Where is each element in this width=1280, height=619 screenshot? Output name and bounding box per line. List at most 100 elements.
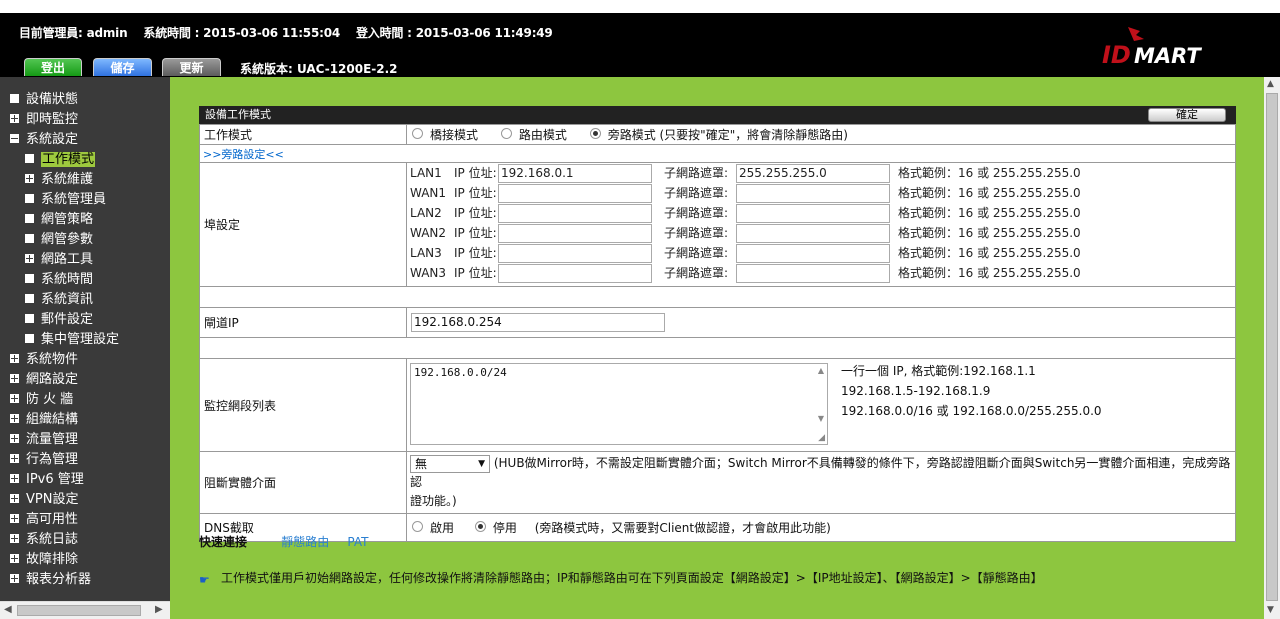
sidebar-item[interactable]: 即時監控: [10, 110, 78, 130]
port-mask-input[interactable]: 255.255.255.0: [736, 164, 890, 183]
port-format-hint: 格式範例：16 或 255.255.255.0: [898, 266, 1081, 280]
sidebar-item[interactable]: 工作模式: [25, 150, 96, 170]
save-button[interactable]: 儲存: [93, 58, 152, 76]
sidebar-item[interactable]: 集中管理設定: [25, 330, 119, 350]
port-ip-label: IP 位址:: [454, 226, 497, 240]
scroll-right-arrow-icon[interactable]: ▶: [155, 604, 163, 615]
port-ip-input[interactable]: [498, 204, 652, 223]
bypass-link-text[interactable]: >>旁路設定<<: [203, 148, 284, 161]
work-mode-options: 橋接模式 路由模式 旁路模式 (只要按"確定"，將會清除靜態路由): [406, 124, 1236, 145]
port-format-hint: 格式範例：16 或 255.255.255.0: [898, 206, 1081, 220]
sidebar-item-label: 系統管理員: [41, 192, 107, 207]
port-mask-input[interactable]: [736, 264, 890, 283]
sidebar-item[interactable]: 行為管理: [10, 450, 78, 470]
scroll-up-arrow-icon[interactable]: ▲: [1267, 79, 1274, 89]
expand-icon: [10, 574, 19, 583]
sidebar-item[interactable]: 網管策略: [25, 210, 93, 230]
confirm-button[interactable]: 確定: [1148, 108, 1226, 122]
expand-icon: [25, 254, 34, 263]
gateway-input[interactable]: 192.168.0.254: [411, 313, 665, 332]
sidebar-item[interactable]: 系統時間: [25, 270, 93, 290]
radio-route[interactable]: [500, 128, 512, 139]
port-mask-input[interactable]: [736, 224, 890, 243]
sidebar-item[interactable]: 高可用性: [10, 510, 78, 530]
update-button[interactable]: 更新: [162, 58, 221, 76]
svg-text:MART: MART: [1134, 44, 1202, 67]
port-mask-input[interactable]: [736, 244, 890, 263]
sidebar-item[interactable]: 系統維護: [25, 170, 93, 190]
sidebar-item[interactable]: 網管參數: [25, 230, 93, 250]
sidebar-item[interactable]: 設備狀態: [10, 90, 78, 110]
bullet-icon: [25, 194, 34, 203]
page-vertical-scrollbar[interactable]: ▲ ▼: [1264, 77, 1280, 619]
quick-link-static-route[interactable]: 靜態路由: [281, 535, 329, 549]
sidebar-item[interactable]: 系統日誌: [10, 530, 78, 550]
header-info: 目前管理員: admin 系統時間 : 2015-03-06 11:55:04 …: [19, 24, 565, 41]
textarea-resize-icon[interactable]: ◢: [818, 433, 825, 443]
block-interface-select[interactable]: 無: [410, 454, 490, 473]
sidebar-item[interactable]: 流量管理: [10, 430, 78, 450]
sidebar-item-label: 網路設定: [26, 372, 79, 387]
sidebar-item[interactable]: 報表分析器: [10, 570, 91, 590]
port-ip-input[interactable]: 192.168.0.1: [498, 164, 652, 183]
vertical-scroll-thumb[interactable]: [1266, 93, 1278, 601]
port-row: WAN3 IP 位址: 子網路遮罩: 格式範例：16 或 255.255.255.0: [410, 263, 1235, 283]
expand-icon: [10, 414, 19, 423]
port-mask-label: 子網路遮罩:: [664, 246, 729, 260]
sidebar-item[interactable]: 郵件設定: [25, 310, 93, 330]
port-name: WAN2: [410, 226, 447, 240]
monitor-row: 監控網段列表 192.168.0.0/24 ▲ ▼ ◢ 一行一個 IP, 格式範…: [199, 358, 1236, 452]
port-ip-input[interactable]: [498, 244, 652, 263]
bullet-icon: [25, 274, 34, 283]
scroll-left-arrow-icon[interactable]: ◀: [4, 604, 12, 615]
radio-bridge[interactable]: [412, 128, 423, 139]
port-row: LAN2 IP 位址: 子網路遮罩: 格式範例：16 或 255.255.255.0: [410, 203, 1235, 223]
quick-link-pat[interactable]: PAT: [347, 535, 368, 549]
sidebar-item-label: 網管策略: [41, 212, 94, 227]
firmware-version: 系統版本: UAC-1200E-2.2: [240, 62, 398, 76]
monitor-label: 監控網段列表: [199, 358, 407, 452]
svg-text:ID: ID: [1102, 41, 1131, 67]
monitor-textarea[interactable]: 192.168.0.0/24 ▲ ▼ ◢: [410, 363, 828, 445]
sidebar-item[interactable]: 系統物件: [10, 350, 78, 370]
sidebar-item-label: 流量管理: [26, 432, 79, 447]
sidebar-item[interactable]: 組織結構: [10, 410, 78, 430]
sidebar-item-label: 設備狀態: [26, 92, 79, 107]
monitor-cell: 192.168.0.0/24 ▲ ▼ ◢ 一行一個 IP, 格式範例:192.1…: [406, 358, 1236, 452]
port-ip-input[interactable]: [498, 224, 652, 243]
textarea-scroll-down-icon[interactable]: ▼: [818, 414, 824, 423]
port-ip-input[interactable]: [498, 184, 652, 203]
port-mask-input[interactable]: [736, 204, 890, 223]
sidebar-item-label: 報表分析器: [26, 572, 92, 587]
radio-dns-enable[interactable]: [412, 521, 423, 532]
sidebar-item-label: 故障排除: [26, 552, 79, 567]
radio-dns-disable[interactable]: [474, 521, 486, 532]
sidebar-item[interactable]: IPv6 管理: [10, 470, 84, 490]
sidebar-item[interactable]: VPN設定: [10, 490, 78, 510]
radio-bypass[interactable]: [589, 128, 601, 139]
sidebar-item-label: 網路工具: [41, 252, 94, 267]
panel-title-bar: 設備工作模式 確定: [199, 106, 1236, 124]
expand-icon: [10, 454, 19, 463]
block-interface-row: 阻斷實體介面 無 (HUB做Mirror時，不需設定阻斷實體介面；Switch …: [199, 451, 1236, 514]
scroll-down-arrow-icon[interactable]: ▼: [1267, 605, 1274, 615]
scroll-thumb[interactable]: [17, 605, 141, 616]
sidebar-horizontal-scrollbar[interactable]: ◀ ▶: [0, 601, 170, 619]
logout-button[interactable]: 登出: [24, 58, 82, 76]
sidebar-item[interactable]: 網路工具: [25, 250, 93, 270]
sidebar-item[interactable]: 故障排除: [10, 550, 78, 570]
bypass-settings-link[interactable]: >>旁路設定<<: [199, 144, 1236, 163]
sidebar-item[interactable]: 系統設定: [10, 130, 78, 150]
port-ip-input[interactable]: [498, 264, 652, 283]
spacer-row-1: [199, 286, 1236, 308]
sidebar-item[interactable]: 系統資訊: [25, 290, 93, 310]
sidebar-item[interactable]: 網路設定: [10, 370, 78, 390]
sidebar-item[interactable]: 防 火 牆: [10, 390, 73, 410]
info-note-text: 工作模式僅用戶初始網路設定，任何修改操作將清除靜態路由；IP和靜態路由可在下列頁…: [221, 571, 1043, 585]
port-ip-label: IP 位址:: [454, 186, 497, 200]
port-row: LAN3 IP 位址: 子網路遮罩: 格式範例：16 或 255.255.255.0: [410, 243, 1235, 263]
port-mask-input[interactable]: [736, 184, 890, 203]
textarea-scroll-up-icon[interactable]: ▲: [818, 366, 824, 375]
sidebar-item[interactable]: 系統管理員: [25, 190, 106, 210]
mode-bypass-label: 旁路模式 (只要按"確定"，將會清除靜態路由): [607, 128, 848, 142]
